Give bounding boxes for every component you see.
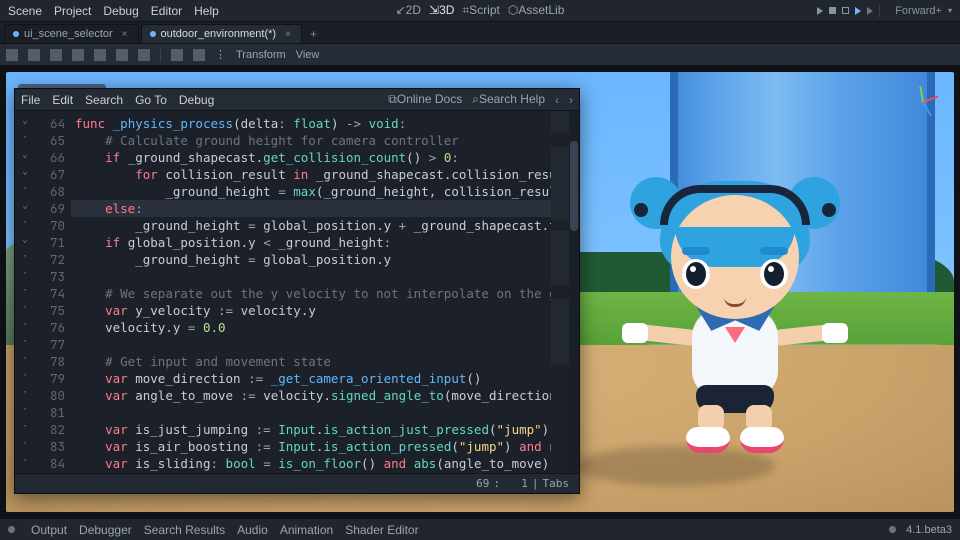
scene-icon <box>150 31 156 37</box>
status-col: 1 <box>521 477 528 490</box>
panel-indicator-icon <box>8 526 15 533</box>
scene-icon <box>13 31 19 37</box>
select-tool-icon[interactable] <box>6 49 18 61</box>
script-status-bar: 69 : 1 | Tabs <box>15 473 579 493</box>
viewport-gizmo[interactable] <box>906 84 940 118</box>
scene-tab-label: ui_scene_selector <box>24 28 113 40</box>
separator <box>879 5 889 17</box>
play-scene-icon[interactable] <box>855 7 861 15</box>
close-icon[interactable]: × <box>285 29 291 40</box>
script-menu-edit[interactable]: Edit <box>52 93 73 107</box>
workspace-tab-assetlib[interactable]: ⬡AssetLib <box>508 3 565 18</box>
scene-tab[interactable]: outdoor_environment(*) × <box>141 24 302 43</box>
status-line: 69 <box>476 477 489 490</box>
script-menu-search[interactable]: Search <box>85 93 123 107</box>
viewport-area: ⦿ Perspective FileEditSearchGo ToDebug ⧉… <box>0 66 960 518</box>
scene-character <box>630 177 840 477</box>
menu-scene[interactable]: Scene <box>8 4 42 18</box>
scene-tab-label: outdoor_environment(*) <box>161 28 277 40</box>
scene-tab[interactable]: ui_scene_selector × <box>4 24 139 43</box>
nav-fwd-icon[interactable]: › <box>569 93 573 107</box>
scrollbar-vertical[interactable] <box>569 111 579 473</box>
tool-icon[interactable] <box>138 49 150 61</box>
chevron-down-icon: ▾ <box>948 6 952 15</box>
script-menu-debug[interactable]: Debug <box>179 93 214 107</box>
code-editor[interactable]: ⌄·⌄⌄·⌄·⌄··············· 64 65 66 67 68 6… <box>15 111 579 473</box>
workspace-tab-script[interactable]: ⌗Script <box>462 3 499 18</box>
stop-icon[interactable] <box>842 7 849 14</box>
scale-tool-icon[interactable] <box>72 49 84 61</box>
version-label: 4.1.beta3 <box>906 524 952 536</box>
play-custom-icon[interactable] <box>867 7 873 15</box>
menu-help[interactable]: Help <box>194 4 219 18</box>
script-menu-file[interactable]: File <box>21 93 40 107</box>
workspace-tab-3d[interactable]: ⇲3D <box>429 3 454 18</box>
search-help-link[interactable]: ⌕Search Help <box>472 92 545 107</box>
online-docs-link[interactable]: ⧉Online Docs <box>388 92 462 107</box>
close-icon[interactable]: × <box>122 29 128 40</box>
tool-more-icon[interactable]: ⋮ <box>215 48 226 61</box>
separator <box>160 48 161 62</box>
minimap[interactable] <box>551 111 569 473</box>
tool-icon[interactable] <box>193 49 205 61</box>
scene-tab-bar: ui_scene_selector×outdoor_environment(*)… <box>0 22 960 44</box>
script-editor-panel: File Edit Search Go To Debug ⧉Online Docs ⌕S… <box>14 88 580 494</box>
status-indent[interactable]: Tabs <box>543 477 570 490</box>
script-menu-go-to[interactable]: Go To <box>135 93 167 107</box>
bottom-panel-output[interactable]: Output <box>31 523 67 537</box>
move-tool-icon[interactable] <box>28 49 40 61</box>
bottom-panel-bar: Output Debugger Search Results Audio Animati… <box>0 518 960 540</box>
menu-debug[interactable]: Debug <box>103 4 138 18</box>
menu-editor[interactable]: Editor <box>151 4 182 18</box>
bottom-panel-audio[interactable]: Audio <box>237 523 268 537</box>
rotate-tool-icon[interactable] <box>50 49 62 61</box>
transform-menu[interactable]: Transform <box>236 49 286 61</box>
line-number-gutter: 64 65 66 67 68 69 70 71 72 73 74 75 76 7… <box>35 111 71 473</box>
bottom-panel-search-results[interactable]: Search Results <box>144 523 225 537</box>
run-controls: Forward+ ▾ <box>817 5 952 17</box>
new-scene-button[interactable]: + <box>304 25 323 43</box>
tool-icon[interactable] <box>94 49 106 61</box>
workspace-tab-2d[interactable]: ↙2D <box>396 3 421 18</box>
nav-back-icon[interactable]: ‹ <box>555 93 559 107</box>
status-dot-icon <box>889 526 896 533</box>
snap-tool-icon[interactable] <box>171 49 183 61</box>
renderer-dropdown[interactable]: Forward+ <box>895 5 942 17</box>
play-icon[interactable] <box>817 7 823 15</box>
bottom-panel-animation[interactable]: Animation <box>280 523 333 537</box>
script-menubar: File Edit Search Go To Debug ⧉Online Docs ⌕S… <box>15 89 579 111</box>
workspace-switcher: ↙2D ⇲3D ⌗Script ⬡AssetLib <box>396 3 565 18</box>
tool-icon[interactable] <box>116 49 128 61</box>
bottom-panel-shader-editor[interactable]: Shader Editor <box>345 523 418 537</box>
viewport-toolbar: ⋮ Transform View <box>0 44 960 66</box>
main-menubar: Scene Project Debug Editor Help ↙2D ⇲3D ⌗Scrip… <box>0 0 960 22</box>
pause-icon[interactable] <box>829 7 836 14</box>
bottom-panel-debugger[interactable]: Debugger <box>79 523 132 537</box>
code-text-area[interactable]: func _physics_process(delta: float) -> v… <box>71 111 551 473</box>
fold-gutter[interactable]: ⌄·⌄⌄·⌄·⌄··············· <box>15 111 35 473</box>
view-menu[interactable]: View <box>296 49 320 61</box>
menu-project[interactable]: Project <box>54 4 91 18</box>
